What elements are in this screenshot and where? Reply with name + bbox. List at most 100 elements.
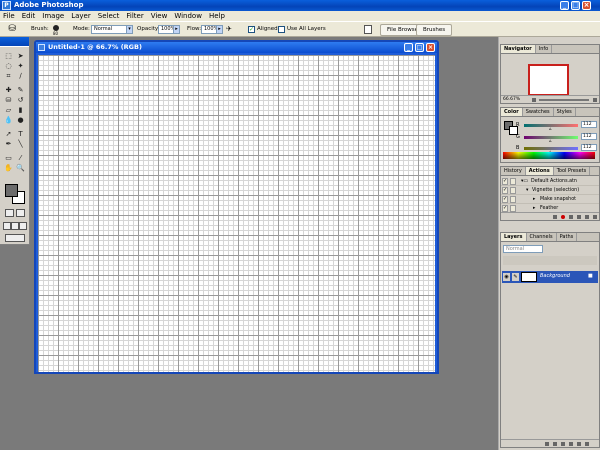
doc-minimize-button[interactable]: _ — [404, 43, 413, 52]
new-action-icon[interactable] — [585, 215, 589, 219]
zoom-icon[interactable]: 🔍 — [15, 163, 26, 173]
layer-row-background[interactable]: ◉ ✎ Background ■ — [502, 271, 598, 283]
layer-style-icon[interactable] — [545, 442, 549, 446]
brushes-tab[interactable]: Brushes — [416, 24, 453, 36]
zoom-in-icon[interactable] — [593, 98, 597, 102]
tab-channels[interactable]: Channels — [527, 233, 557, 241]
trash-icon[interactable] — [585, 442, 589, 446]
healing-brush-icon[interactable]: ✚ — [3, 85, 14, 95]
eraser-icon[interactable]: ▱ — [3, 105, 14, 115]
adjustment-layer-icon[interactable] — [569, 442, 573, 446]
eye-icon[interactable]: ◉ — [503, 273, 510, 281]
record-icon[interactable] — [561, 215, 565, 219]
tab-info[interactable]: Info — [536, 45, 553, 53]
screen-mode-full-menu-icon[interactable] — [11, 222, 19, 230]
magic-wand-icon[interactable]: ✦ — [15, 61, 26, 71]
stop-icon[interactable] — [553, 215, 557, 219]
new-set-icon[interactable] — [561, 442, 565, 446]
new-set-icon[interactable] — [577, 215, 581, 219]
zoom-value[interactable]: 66.67% — [503, 97, 520, 102]
red-slider[interactable]: R ▵ 112 — [516, 121, 597, 132]
tab-tool-presets[interactable]: Tool Presets — [554, 167, 591, 175]
menu-file[interactable]: File — [3, 11, 15, 21]
navigator-view-box[interactable] — [528, 64, 569, 96]
green-slider[interactable]: G ▵ 112 — [516, 133, 597, 144]
tab-styles[interactable]: Styles — [554, 108, 576, 116]
close-button[interactable]: × — [582, 1, 591, 10]
minimize-button[interactable]: _ — [560, 1, 569, 10]
maximize-button[interactable]: □ — [571, 1, 580, 10]
menu-image[interactable]: Image — [42, 11, 64, 21]
marquee-icon[interactable]: ⬚ — [3, 51, 14, 61]
blue-value[interactable]: 112 — [581, 144, 597, 151]
screen-mode-full-icon[interactable] — [19, 222, 27, 230]
canvas[interactable] — [38, 55, 435, 372]
gradient-icon[interactable]: ▮ — [15, 105, 26, 115]
action-step-row[interactable]: ✓ ▸ Make snapshot — [501, 195, 599, 204]
use-all-layers-checkbox[interactable] — [278, 26, 285, 33]
line-icon[interactable]: ╲ — [15, 139, 26, 149]
check-icon[interactable]: ✓ — [502, 205, 508, 212]
blend-mode-select[interactable]: Normal — [503, 245, 543, 253]
dodge-icon[interactable]: ● — [15, 115, 26, 125]
tab-color[interactable]: Color — [501, 108, 523, 116]
color-spectrum[interactable] — [503, 152, 595, 159]
crop-icon[interactable]: ⌗ — [3, 71, 14, 81]
pen-icon[interactable]: ✒ — [3, 139, 14, 149]
foreground-color-swatch[interactable] — [5, 184, 18, 197]
check-icon[interactable]: ✓ — [502, 196, 508, 203]
tab-paths[interactable]: Paths — [557, 233, 578, 241]
layer-mask-icon[interactable] — [553, 442, 557, 446]
chevron-right-icon[interactable]: ▸ — [533, 195, 535, 204]
jump-to-imageready-icon[interactable] — [5, 234, 25, 242]
opacity-arrow-icon[interactable]: ▸ — [173, 25, 180, 34]
check-icon[interactable]: ✓ — [502, 187, 508, 194]
screen-mode-standard-icon[interactable] — [3, 222, 11, 230]
green-value[interactable]: 112 — [581, 133, 597, 140]
clone-stamp-icon[interactable]: ⛁ — [6, 24, 18, 35]
tab-navigator[interactable]: Navigator — [501, 45, 536, 53]
type-icon[interactable]: T — [15, 129, 26, 139]
lasso-icon[interactable]: ◌ — [3, 61, 14, 71]
red-value[interactable]: 112 — [581, 121, 597, 128]
blur-icon[interactable]: 💧 — [3, 115, 14, 125]
notes-icon[interactable]: ▭ — [3, 153, 14, 163]
action-set-row[interactable]: ✓ ▾▭ Default Actions.atn — [501, 177, 599, 186]
flow-input[interactable]: 100% — [201, 25, 218, 34]
doc-close-button[interactable]: × — [426, 43, 435, 52]
aligned-checkbox[interactable]: ✓ — [248, 26, 255, 33]
dialog-toggle-icon[interactable] — [510, 187, 516, 194]
move-icon[interactable]: ➤ — [15, 51, 26, 61]
action-row[interactable]: ✓ ▾ Vignette (selection) — [501, 186, 599, 195]
menu-view[interactable]: View — [151, 11, 168, 21]
chevron-down-icon[interactable]: ▾ — [126, 25, 133, 34]
dialog-toggle-icon[interactable] — [510, 178, 516, 185]
document-icon[interactable] — [364, 25, 372, 34]
standard-mode-icon[interactable] — [5, 209, 14, 217]
tab-actions[interactable]: Actions — [525, 167, 554, 175]
green-knob-icon[interactable]: ▵ — [549, 139, 552, 144]
brush-link-icon[interactable]: ✎ — [512, 273, 519, 281]
eyedropper-icon[interactable]: ⁄ — [15, 153, 26, 163]
menu-window[interactable]: Window — [174, 11, 202, 21]
menu-edit[interactable]: Edit — [22, 11, 36, 21]
new-layer-icon[interactable] — [577, 442, 581, 446]
layer-name[interactable]: Background — [540, 273, 570, 279]
brush-icon[interactable]: ✎ — [15, 85, 26, 95]
zoom-slider[interactable] — [539, 99, 589, 101]
play-icon[interactable] — [569, 215, 573, 219]
menu-help[interactable]: Help — [209, 11, 225, 21]
quick-mask-icon[interactable] — [16, 209, 25, 217]
clone-stamp-tool-icon[interactable]: ⛁ — [3, 95, 14, 105]
tab-layers[interactable]: Layers — [501, 233, 527, 241]
airbrush-icon[interactable]: ✈ — [226, 26, 232, 33]
history-brush-icon[interactable]: ↺ — [15, 95, 26, 105]
chevron-down-icon[interactable]: ▾ — [526, 186, 528, 195]
mode-select[interactable]: Normal — [91, 25, 127, 34]
dialog-toggle-icon[interactable] — [510, 196, 516, 203]
trash-icon[interactable] — [593, 215, 597, 219]
path-selection-icon[interactable]: ➚ — [3, 129, 14, 139]
opacity-input[interactable]: 100% — [158, 25, 175, 34]
menu-select[interactable]: Select — [98, 11, 120, 21]
tab-history[interactable]: History — [501, 167, 526, 175]
